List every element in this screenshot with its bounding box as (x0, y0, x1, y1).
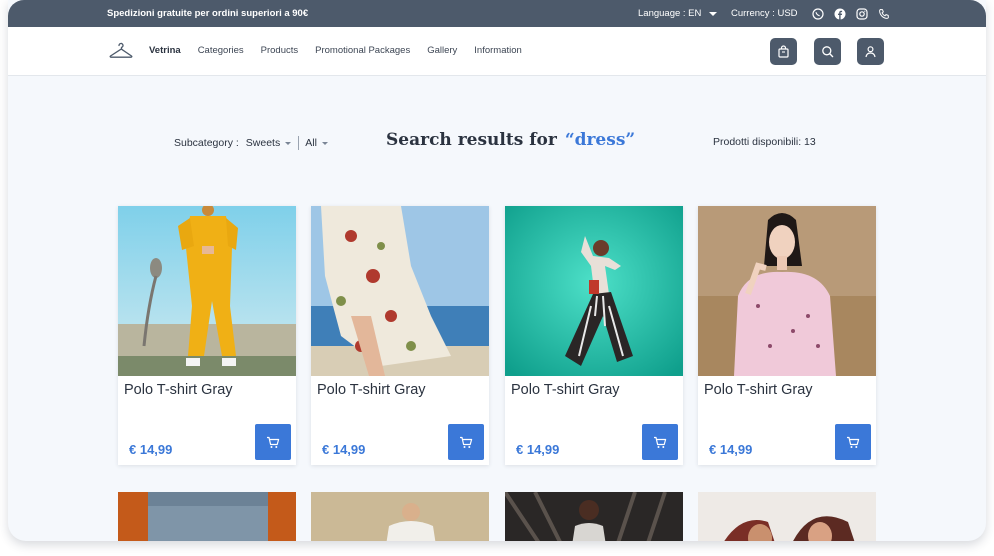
product-price: € 14,99 (516, 442, 560, 457)
user-icon (865, 46, 876, 58)
chevron-down-icon (709, 11, 718, 16)
main-nav: Vetrina Categories Products Promotional … (8, 27, 986, 76)
filter-value: All (305, 137, 317, 149)
nav-item-categories[interactable]: Categories (198, 45, 244, 56)
product-image[interactable] (505, 492, 683, 541)
subcategory-select[interactable]: Sweets (245, 137, 292, 149)
product-card[interactable] (698, 492, 876, 541)
nav-item-gallery[interactable]: Gallery (427, 45, 457, 56)
product-price: € 14,99 (129, 442, 173, 457)
nav-item-vetrina[interactable]: Vetrina (149, 45, 181, 56)
product-image[interactable] (118, 492, 296, 541)
product-image[interactable] (505, 206, 683, 376)
search-button[interactable] (814, 38, 841, 65)
product-name[interactable]: Polo T-shirt Gray (124, 382, 233, 398)
product-card[interactable]: Polo T-shirt Gray € 14,99 (698, 206, 876, 465)
nav-item-information[interactable]: Information (474, 45, 522, 56)
product-card[interactable]: Polo T-shirt Gray € 14,99 (311, 206, 489, 465)
product-card[interactable] (118, 492, 296, 541)
product-name[interactable]: Polo T-shirt Gray (317, 382, 426, 398)
search-title-text: Search results for (386, 130, 557, 150)
add-to-cart-button[interactable] (642, 424, 678, 460)
product-price: € 14,99 (322, 442, 366, 457)
currency-selector[interactable]: Currency : USD (731, 8, 798, 19)
divider (298, 136, 300, 150)
cart-icon (654, 436, 667, 448)
add-to-cart-button[interactable] (255, 424, 291, 460)
hanger-logo-icon[interactable] (109, 41, 133, 66)
social-links (810, 6, 891, 21)
search-icon (822, 46, 834, 58)
browser-frame: Spedizioni gratuite per ordini superiori… (8, 0, 986, 541)
product-card[interactable]: Polo T-shirt Gray € 14,99 (505, 206, 683, 465)
filter-bar: Subcategory : Sweets All (174, 136, 328, 150)
product-image[interactable] (698, 492, 876, 541)
language-label: Language : EN (638, 8, 702, 19)
product-name[interactable]: Polo T-shirt Gray (704, 382, 813, 398)
account-button[interactable] (857, 38, 884, 65)
product-card[interactable] (311, 492, 489, 541)
product-image[interactable] (118, 206, 296, 376)
product-image[interactable] (311, 206, 489, 376)
search-results-title: Search results for “dress” (386, 130, 635, 150)
facebook-icon[interactable] (832, 6, 847, 21)
add-to-cart-button[interactable] (835, 424, 871, 460)
shopping-bag-icon (778, 45, 789, 58)
search-query: “dress” (564, 130, 636, 150)
nav-item-promotional-packages[interactable]: Promotional Packages (315, 45, 410, 56)
product-price: € 14,99 (709, 442, 753, 457)
language-selector[interactable]: Language : EN (638, 8, 718, 19)
nav-menu: Vetrina Categories Products Promotional … (149, 45, 539, 56)
instagram-icon[interactable] (854, 6, 869, 21)
product-image[interactable] (311, 492, 489, 541)
promo-text: Spedizioni gratuite per ordini superiori… (107, 8, 309, 19)
available-count: Prodotti disponibili: 13 (713, 136, 816, 148)
cart-button[interactable] (770, 38, 797, 65)
product-name[interactable]: Polo T-shirt Gray (511, 382, 620, 398)
product-image[interactable] (698, 206, 876, 376)
chevron-down-icon (285, 141, 292, 145)
nav-item-products[interactable]: Products (261, 45, 299, 56)
add-to-cart-button[interactable] (448, 424, 484, 460)
subcategory-label: Subcategory : (174, 137, 239, 149)
top-bar: Spedizioni gratuite per ordini superiori… (8, 0, 986, 27)
product-card[interactable]: Polo T-shirt Gray € 14,99 (118, 206, 296, 465)
product-card[interactable] (505, 492, 683, 541)
cart-icon (847, 436, 860, 448)
filter-select[interactable]: All (305, 137, 328, 149)
cart-icon (267, 436, 280, 448)
subcategory-value: Sweets (245, 137, 281, 149)
phone-icon[interactable] (876, 6, 891, 21)
cart-icon (460, 436, 473, 448)
chevron-down-icon (321, 141, 328, 145)
whatsapp-icon[interactable] (810, 6, 825, 21)
